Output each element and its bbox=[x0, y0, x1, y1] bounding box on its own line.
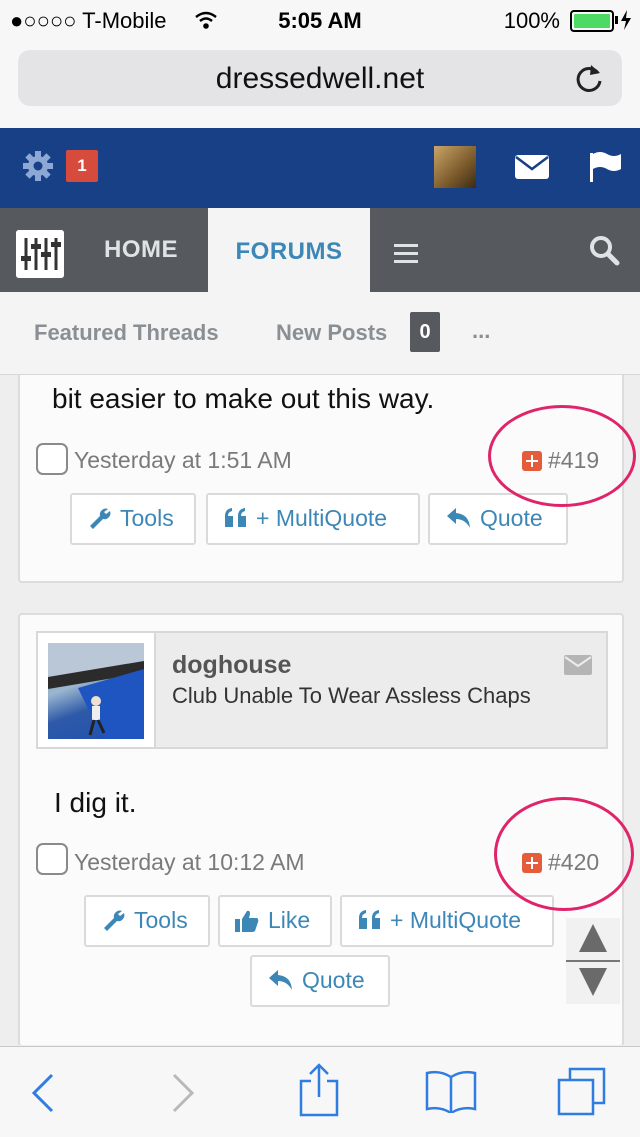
user-avatar-frame[interactable] bbox=[38, 633, 156, 747]
post-text: bit easier to make out this way. bbox=[52, 383, 435, 414]
user-avatar-picture bbox=[48, 643, 144, 739]
multiquote-button[interactable]: + MultiQuote bbox=[206, 493, 420, 545]
logo-icon[interactable] bbox=[16, 230, 64, 278]
nav-home[interactable]: HOME bbox=[104, 236, 178, 264]
nav-forums-label: FORUMS bbox=[235, 238, 343, 265]
back-icon[interactable] bbox=[30, 1073, 56, 1113]
triangle-down-icon bbox=[579, 968, 607, 996]
charging-icon bbox=[621, 10, 631, 30]
tools-button[interactable]: Tools bbox=[84, 895, 210, 947]
multiquote-button[interactable]: + MultiQuote bbox=[340, 895, 554, 947]
post-date[interactable]: Yesterday at 10:12 AM bbox=[74, 849, 305, 876]
tools-label: Tools bbox=[134, 907, 188, 933]
user-info-box: doghouse Club Unable To Wear Assless Cha… bbox=[36, 631, 608, 749]
user-avatar[interactable] bbox=[48, 643, 144, 739]
browser-toolbar bbox=[0, 1046, 640, 1137]
quote-marks-icon bbox=[225, 508, 246, 527]
menu-icon[interactable] bbox=[394, 244, 418, 264]
post-420: doghouse Club Unable To Wear Assless Cha… bbox=[18, 613, 634, 1045]
mail-icon[interactable] bbox=[514, 152, 550, 182]
battery-percent: 100% bbox=[503, 8, 560, 33]
tab-new-posts[interactable]: New Posts bbox=[276, 320, 387, 346]
wrench-icon bbox=[104, 910, 125, 931]
multiquote-label: + MultiQuote bbox=[256, 505, 388, 531]
post-419: bit easier to make out this way. Yesterd… bbox=[18, 375, 636, 583]
multiquote-label: + MultiQuote bbox=[390, 907, 522, 933]
sub-nav: Featured Threads New Posts 0 ... bbox=[0, 292, 640, 375]
notification-badge[interactable]: 1 bbox=[66, 150, 98, 182]
search-icon[interactable] bbox=[588, 234, 620, 266]
flag-icon[interactable] bbox=[588, 150, 622, 184]
username[interactable]: doghouse bbox=[172, 651, 291, 680]
gear-icon[interactable] bbox=[22, 150, 54, 182]
post-date[interactable]: Yesterday at 1:51 AM bbox=[74, 447, 292, 474]
like-label: Like bbox=[268, 907, 311, 933]
post-select-checkbox[interactable] bbox=[36, 443, 68, 475]
quote-label: Quote bbox=[480, 505, 543, 531]
main-nav: HOME FORUMS bbox=[0, 208, 640, 292]
tools-label: Tools bbox=[120, 505, 174, 531]
avatar[interactable] bbox=[434, 146, 476, 188]
bookmarks-icon[interactable] bbox=[424, 1069, 478, 1113]
url-text[interactable]: dressedwell.net bbox=[18, 62, 622, 96]
highlight-circle bbox=[488, 405, 636, 507]
user-title: Club Unable To Wear Assless Chaps bbox=[172, 683, 531, 708]
reply-arrow-icon bbox=[447, 508, 470, 528]
forward-icon[interactable] bbox=[170, 1073, 196, 1113]
tab-forums[interactable]: FORUMS bbox=[208, 208, 370, 292]
new-posts-count[interactable]: 0 bbox=[410, 312, 440, 352]
wrench-icon bbox=[90, 508, 111, 529]
reply-arrow-icon bbox=[269, 970, 292, 990]
battery-tip bbox=[615, 16, 618, 24]
quote-button[interactable]: Quote bbox=[250, 955, 390, 1007]
quote-marks-icon bbox=[359, 910, 380, 929]
post-select-checkbox[interactable] bbox=[36, 843, 68, 875]
highlight-circle bbox=[494, 797, 634, 911]
address-bar[interactable]: dressedwell.net bbox=[18, 50, 622, 106]
thread-content: bit easier to make out this way. Yesterd… bbox=[0, 375, 640, 1045]
site-header: 1 bbox=[0, 128, 640, 208]
scroll-down-button[interactable] bbox=[566, 962, 620, 1004]
battery-icon bbox=[570, 10, 614, 32]
share-icon[interactable] bbox=[298, 1063, 340, 1117]
post-text: I dig it. bbox=[54, 787, 137, 818]
like-button[interactable]: Like bbox=[218, 895, 332, 947]
tabs-icon[interactable] bbox=[556, 1067, 608, 1117]
triangle-up-icon bbox=[579, 924, 607, 952]
thumbs-up-icon bbox=[235, 910, 259, 932]
quote-label: Quote bbox=[302, 967, 365, 993]
mail-icon[interactable] bbox=[564, 655, 592, 675]
battery-level bbox=[574, 14, 610, 28]
tools-button[interactable]: Tools bbox=[70, 493, 196, 545]
tab-featured-threads[interactable]: Featured Threads bbox=[34, 320, 219, 346]
status-bar: ●○○○○ T-Mobile 5:05 AM 100% bbox=[0, 0, 640, 40]
browser-chrome: dressedwell.net bbox=[0, 40, 640, 129]
reload-icon[interactable] bbox=[572, 62, 606, 96]
tab-more[interactable]: ... bbox=[472, 318, 490, 344]
scroll-up-button[interactable] bbox=[566, 918, 620, 960]
